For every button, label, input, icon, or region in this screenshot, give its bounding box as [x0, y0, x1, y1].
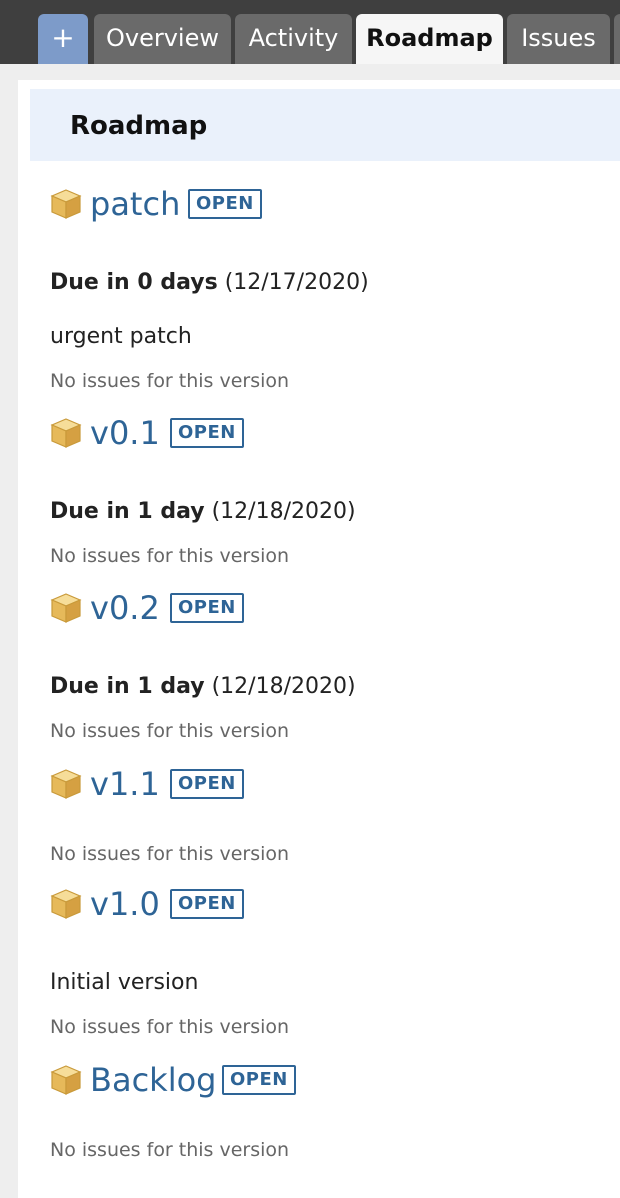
- version-block-backlog: Backlog OPEN No issues for this version: [50, 1062, 610, 1182]
- version-description: Initial version: [50, 970, 199, 995]
- project-menu-bar: + Overview Activity Roadmap Issues: [0, 0, 620, 64]
- version-description: urgent patch: [50, 324, 192, 349]
- version-link-backlog[interactable]: Backlog: [90, 1062, 216, 1098]
- tab-overview[interactable]: Overview: [94, 14, 231, 64]
- main-content: Roadmap patch OPEN Due in 0 days (12/17/…: [18, 80, 620, 1198]
- due-date: Due in 0 days (12/17/2020): [50, 270, 369, 295]
- status-badge: OPEN: [170, 769, 244, 799]
- version-link-v0-1[interactable]: v0.1: [90, 415, 160, 451]
- no-issues-text: No issues for this version: [50, 370, 290, 392]
- version-title: v0.2 OPEN: [50, 590, 610, 630]
- version-title: v1.1 OPEN: [50, 766, 610, 806]
- package-icon: [50, 189, 82, 219]
- status-badge: OPEN: [170, 418, 244, 448]
- version-block-v0-1: v0.1 OPEN Due in 1 day (12/18/2020) No i…: [50, 415, 610, 575]
- version-title: v1.0 OPEN: [50, 886, 610, 926]
- version-link-v1-1[interactable]: v1.1: [90, 766, 160, 802]
- no-issues-text: No issues for this version: [50, 843, 290, 865]
- tab-more[interactable]: [614, 14, 620, 64]
- no-issues-text: No issues for this version: [50, 1016, 290, 1038]
- version-block-v1-1: v1.1 OPEN No issues for this version: [50, 766, 610, 876]
- package-icon: [50, 769, 82, 799]
- version-block-v0-2: v0.2 OPEN Due in 1 day (12/18/2020) No i…: [50, 590, 610, 750]
- tab-issues[interactable]: Issues: [507, 14, 610, 64]
- package-icon: [50, 1065, 82, 1095]
- package-icon: [50, 418, 82, 448]
- package-icon: [50, 593, 82, 623]
- status-badge: OPEN: [222, 1065, 296, 1095]
- package-icon: [50, 889, 82, 919]
- due-absolute: (12/18/2020): [211, 499, 356, 524]
- status-badge: OPEN: [170, 593, 244, 623]
- version-link-patch[interactable]: patch: [90, 186, 180, 222]
- no-issues-text: No issues for this version: [50, 1139, 290, 1161]
- page-title: Roadmap: [70, 111, 208, 141]
- status-badge: OPEN: [188, 189, 262, 219]
- due-date: Due in 1 day (12/18/2020): [50, 674, 356, 699]
- tab-roadmap[interactable]: Roadmap: [356, 14, 503, 64]
- new-item-tab[interactable]: +: [38, 14, 88, 64]
- due-relative: Due in 1 day: [50, 674, 205, 699]
- due-relative: Due in 1 day: [50, 499, 205, 524]
- status-badge: OPEN: [170, 889, 244, 919]
- version-block-patch: patch OPEN Due in 0 days (12/17/2020) ur…: [50, 186, 610, 406]
- due-absolute: (12/17/2020): [224, 270, 369, 295]
- due-relative: Due in 0 days: [50, 270, 218, 295]
- no-issues-text: No issues for this version: [50, 545, 290, 567]
- version-link-v0-2[interactable]: v0.2: [90, 590, 160, 626]
- version-title: v0.1 OPEN: [50, 415, 610, 455]
- version-title: Backlog OPEN: [50, 1062, 610, 1102]
- no-issues-text: No issues for this version: [50, 720, 290, 742]
- tab-activity[interactable]: Activity: [235, 14, 352, 64]
- due-date: Due in 1 day (12/18/2020): [50, 499, 356, 524]
- version-block-v1-0: v1.0 OPEN Initial version No issues for …: [50, 886, 610, 1046]
- version-title: patch OPEN: [50, 186, 610, 226]
- page-header: Roadmap: [30, 89, 620, 161]
- version-link-v1-0[interactable]: v1.0: [90, 886, 160, 922]
- due-absolute: (12/18/2020): [211, 674, 356, 699]
